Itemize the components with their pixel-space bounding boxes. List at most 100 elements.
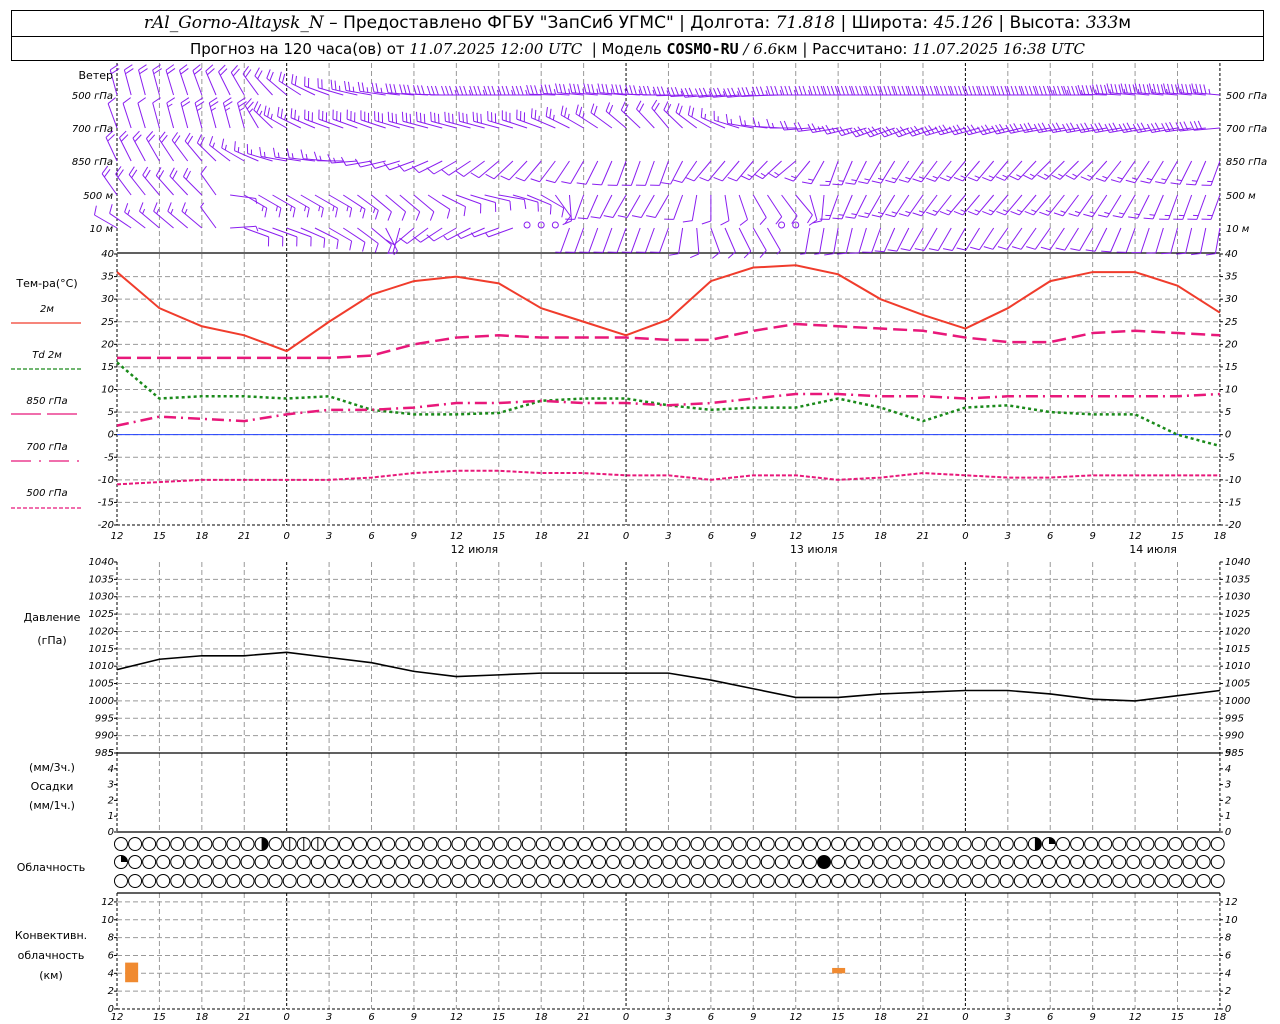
barb-feather xyxy=(982,85,987,96)
barb-half-feather xyxy=(730,118,733,125)
wind-barb xyxy=(664,194,684,220)
cloud-cover-symbol xyxy=(802,874,817,888)
barb-feather xyxy=(259,147,262,157)
wind-barb xyxy=(179,64,189,96)
barb-half-feather xyxy=(779,89,783,96)
cloud-cover-symbol xyxy=(409,855,424,869)
cloud-circle xyxy=(1041,855,1056,869)
cloud-cover-symbol xyxy=(296,855,311,869)
cloud-cover-symbol xyxy=(634,855,649,869)
barb-feather xyxy=(403,84,407,94)
cloud-cover-symbol xyxy=(662,837,677,851)
barb-half-feather xyxy=(905,210,911,214)
cloud-cover-symbol xyxy=(226,874,241,888)
barb-feather xyxy=(221,138,225,149)
cloud-circle xyxy=(521,874,536,888)
barb-feather xyxy=(663,101,669,111)
cloud-circle xyxy=(310,855,325,869)
cloud-circle xyxy=(1168,874,1183,888)
cloud-circle xyxy=(901,837,916,851)
cloud-circle xyxy=(142,837,157,851)
barb-feather xyxy=(1160,84,1165,94)
wind-barb xyxy=(801,160,825,185)
cloud-circle xyxy=(254,874,269,888)
cloud-cover-symbol xyxy=(985,855,1000,869)
cloud-cover-symbol xyxy=(338,855,353,869)
barb-feather xyxy=(898,179,909,183)
cloud-cover-symbol xyxy=(170,855,185,869)
cloud-circle xyxy=(353,855,368,869)
cloud-cover-symbol xyxy=(648,855,663,869)
cloud-cover-symbol xyxy=(676,855,691,869)
barb-staff xyxy=(809,194,818,221)
wind-barb xyxy=(259,147,287,162)
barb-feather xyxy=(426,167,435,175)
cloud-cover-symbol xyxy=(1126,874,1141,888)
barb-feather xyxy=(587,83,591,94)
wind-barb xyxy=(205,64,217,96)
barb-feather xyxy=(1189,84,1193,94)
cloud-circle xyxy=(409,874,424,888)
cloud-circle xyxy=(1084,837,1099,851)
cloud-fill xyxy=(1034,837,1042,851)
cloud-cover-symbol xyxy=(156,874,171,888)
cloud-cover-symbol xyxy=(999,874,1014,888)
barb-half-feather xyxy=(1029,173,1035,177)
cloud-circle xyxy=(240,837,255,851)
barb-feather xyxy=(840,85,845,96)
barb-feather xyxy=(995,124,1001,134)
cloud-circle xyxy=(901,855,916,869)
cloud-cover-symbol xyxy=(423,874,438,888)
barb-feather xyxy=(153,202,158,212)
barb-half-feather xyxy=(567,113,570,120)
barb-staff xyxy=(406,227,429,244)
cloud-circle xyxy=(1182,855,1197,869)
barb-feather xyxy=(166,68,176,75)
cloud-cover-symbol xyxy=(718,837,733,851)
precip-ytick-left: 1 xyxy=(108,811,114,822)
wind-barb xyxy=(561,160,585,185)
wind-barb xyxy=(1024,194,1051,216)
wind-barb xyxy=(413,194,435,221)
pressure-ytick-left: 1040 xyxy=(89,557,114,568)
wind-barb xyxy=(165,64,176,96)
wind-barb xyxy=(137,97,146,129)
cloud-circle xyxy=(859,874,874,888)
cloud-circle xyxy=(929,855,944,869)
wind-barb xyxy=(682,194,698,223)
cloud-circle xyxy=(184,855,199,869)
barb-half-feather xyxy=(960,175,966,179)
barb-feather xyxy=(395,113,398,124)
cloud-circle xyxy=(170,837,185,851)
cloud-cover-symbol xyxy=(901,855,916,869)
cloud-cover-symbol xyxy=(985,837,1000,851)
barb-feather xyxy=(519,85,524,96)
cloud-cover-symbol xyxy=(774,874,789,888)
wind-barb xyxy=(500,160,528,181)
cloud-circle xyxy=(437,855,452,869)
barb-feather xyxy=(223,97,232,104)
barb-feather xyxy=(124,64,133,71)
wind-barb xyxy=(1040,227,1065,251)
barb-half-feather xyxy=(1066,89,1069,96)
barb-feather xyxy=(294,109,297,120)
barb-feather xyxy=(784,85,789,96)
wind-barb xyxy=(874,227,896,253)
cloud-cover-symbol xyxy=(184,837,199,851)
barb-feather xyxy=(638,103,645,113)
barb-feather xyxy=(939,176,949,182)
precip-ytick-right: 2 xyxy=(1225,795,1231,806)
temp-ytick-right: 35 xyxy=(1225,272,1238,283)
barb-feather xyxy=(269,71,274,82)
barb-staff xyxy=(200,206,217,229)
wind-barb xyxy=(603,194,627,219)
barb-feather xyxy=(320,207,324,218)
conv-xtick: 12 xyxy=(111,1012,124,1023)
barb-feather xyxy=(859,85,864,96)
barb-feather xyxy=(983,246,994,250)
cloud-cover-symbol xyxy=(1070,855,1085,869)
cloud-circle xyxy=(732,855,747,869)
cloud-circle xyxy=(831,855,846,869)
cloud-circle xyxy=(451,855,466,869)
barb-feather xyxy=(505,85,510,96)
